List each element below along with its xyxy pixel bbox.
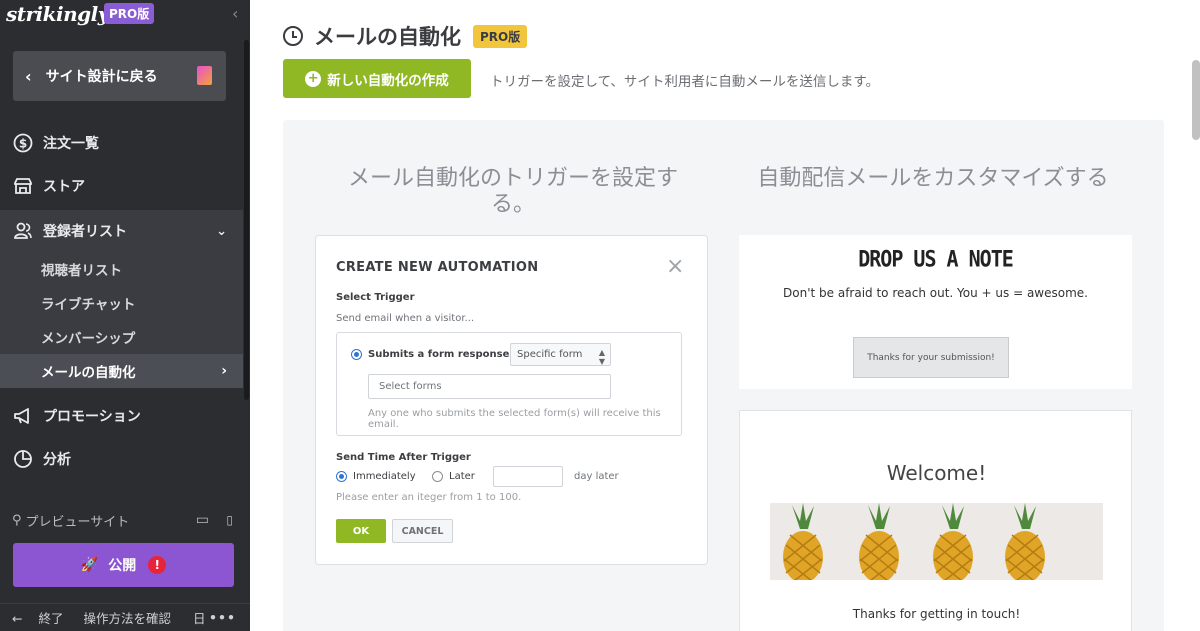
subnav-label: ライブチャット [41,297,136,313]
page-header: メールの自動化 PRO版 [283,21,528,51]
trigger-hint: Send email when a visitor... [336,313,475,324]
document-icon [197,66,212,85]
sidebar-item-label: プロモーション [43,409,141,425]
alert-icon: ! [148,556,167,574]
forms-note: Any one who submits the selected form(s)… [368,408,661,430]
pro-badge: PRO版 [104,3,155,24]
help-link[interactable]: 操作方法を確認 [83,608,171,627]
sidebar-item-analytics[interactable]: 分析 [0,438,243,480]
strikingly-logo[interactable]: strikingly [6,2,109,26]
more-icon[interactable]: ••• [209,610,236,625]
sidebar-item-store[interactable]: ストア [0,165,243,207]
subnav-item-audience[interactable]: 視聴者リスト [0,252,243,286]
preview-subtext: Don't be afraid to reach out. You + us =… [783,286,1088,300]
exit-label: 終了 [38,611,64,626]
exit-link[interactable]: ← 終了 [12,608,63,627]
subnav-item-email-automation[interactable]: メールの自動化 › [0,354,243,388]
immediately-label: Immediately [353,471,416,482]
preview-heading: DROP US A NOTE [858,245,1014,273]
create-automation-modal: CREATE NEW AUTOMATION × Select Trigger S… [315,235,708,565]
sidebar-item-subscribers[interactable]: 登録者リスト ⌄ [0,210,243,252]
customize-heading: 自動配信メールをカスタマイズする [757,166,1109,191]
trigger-option-box: Submits a form response to Specific form… [336,332,682,436]
chevron-right-icon: › [221,363,227,379]
select-forms-input[interactable]: Select forms [368,374,611,399]
ok-button[interactable]: OK [336,519,386,543]
subnav-item-live-chat[interactable]: ライブチャット [0,286,243,320]
sidebar-bottom-bar: ← 終了 操作方法を確認 日 ••• [0,603,250,631]
form-type-value: Specific form [517,349,583,360]
sidebar-item-promotion[interactable]: プロモーション [0,395,243,437]
megaphone-icon [13,406,33,426]
email-preview-contact: DROP US A NOTE Don't be afraid to reach … [739,235,1132,389]
chevron-left-icon: ‹ [25,66,32,86]
subnav-label: メールの自動化 [41,365,136,381]
users-icon [13,221,33,241]
main-content: メールの自動化 PRO版 + 新しい自動化の作成 トリガーを設定して、サイト利用… [250,0,1200,631]
svg-text:$: $ [19,137,27,151]
publish-label: 公開 [108,558,137,574]
subscribers-subnav: 視聴者リスト ライブチャット メンバーシップ メールの自動化 › [0,252,243,388]
submits-form-label: Submits a form response to [368,349,525,360]
sidebar-item-label: 注文一覧 [43,136,99,152]
trigger-heading: メール自動化のトリガーを設定する。 [347,166,678,217]
create-automation-button[interactable]: + 新しい自動化の作成 [283,59,471,98]
publish-button[interactable]: 🚀 公開 ! [13,543,234,587]
chevron-down-icon: ⌄ [216,223,227,239]
later-radio[interactable] [432,471,443,482]
store-icon [13,176,33,196]
welcome-heading: Welcome! [886,461,987,485]
pineapples-image [770,503,1103,580]
sidebar-item-label: 登録者リスト [43,224,127,240]
integer-hint: Please enter an iteger from 1 to 100. [336,492,522,503]
main-scrollbar[interactable] [1192,60,1200,140]
select-trigger-label: Select Trigger [336,292,415,303]
subnav-label: 視聴者リスト [41,263,122,279]
mobile-icon[interactable]: ▯ [226,513,233,527]
select-arrows-icon: ▲ ▼ [598,348,605,366]
form-type-select[interactable]: Specific form ▲ ▼ [510,343,611,366]
rocket-icon: 🚀 [80,557,99,573]
sidebar-scrollbar[interactable] [244,40,249,400]
language-link[interactable]: 日 [193,608,206,627]
preview-label: プレビューサイト [25,514,130,530]
close-icon[interactable]: × [666,254,684,279]
back-to-editor-button[interactable]: ‹ サイト設計に戻る [13,51,226,101]
send-time-label: Send Time After Trigger [336,452,471,463]
cancel-button[interactable]: CANCEL [392,519,453,543]
dollar-icon: $ [13,133,33,153]
sidebar: strikingly PRO版 ‹ ‹ サイト設計に戻る $ 注文一覧 ストア … [0,0,250,631]
back-label: サイト設計に戻る [45,69,158,85]
modal-title: CREATE NEW AUTOMATION [336,260,539,275]
search-icon: ⚲ [12,512,22,528]
preview-site-link[interactable]: ⚲ プレビューサイト ▭ ▯ [12,509,237,531]
subnav-label: メンバーシップ [41,331,136,347]
page-title: メールの自動化 [314,25,461,49]
email-preview-welcome: Welcome! Thanks for getting in touch! [739,410,1132,631]
create-label: 新しい自動化の作成 [327,72,449,89]
sidebar-item-label: ストア [43,179,85,195]
collapse-sidebar-icon[interactable]: ‹ [232,4,238,23]
later-label: Later [449,471,475,482]
thanks-submission-button: Thanks for your submission! [853,337,1009,378]
intro-panel: メール自動化のトリガーを設定する。 自動配信メールをカスタマイズする CREAT… [283,120,1164,631]
pie-chart-icon [13,449,33,469]
clock-icon [283,26,303,46]
desktop-icon[interactable]: ▭ [196,512,209,528]
create-description: トリガーを設定して、サイト利用者に自動メールを送信します。 [490,74,880,90]
subnav-item-membership[interactable]: メンバーシップ [0,320,243,354]
sidebar-item-label: 分析 [43,452,71,468]
days-input[interactable] [493,466,563,487]
sidebar-item-orders[interactable]: $ 注文一覧 [0,122,243,164]
submits-form-radio[interactable] [351,349,362,360]
immediately-radio[interactable] [336,471,347,482]
thanks-touch-text: Thanks for getting in touch! [852,607,1021,621]
day-later-label: day later [574,471,619,482]
pro-badge: PRO版 [473,24,528,48]
plus-circle-icon: + [305,70,322,87]
